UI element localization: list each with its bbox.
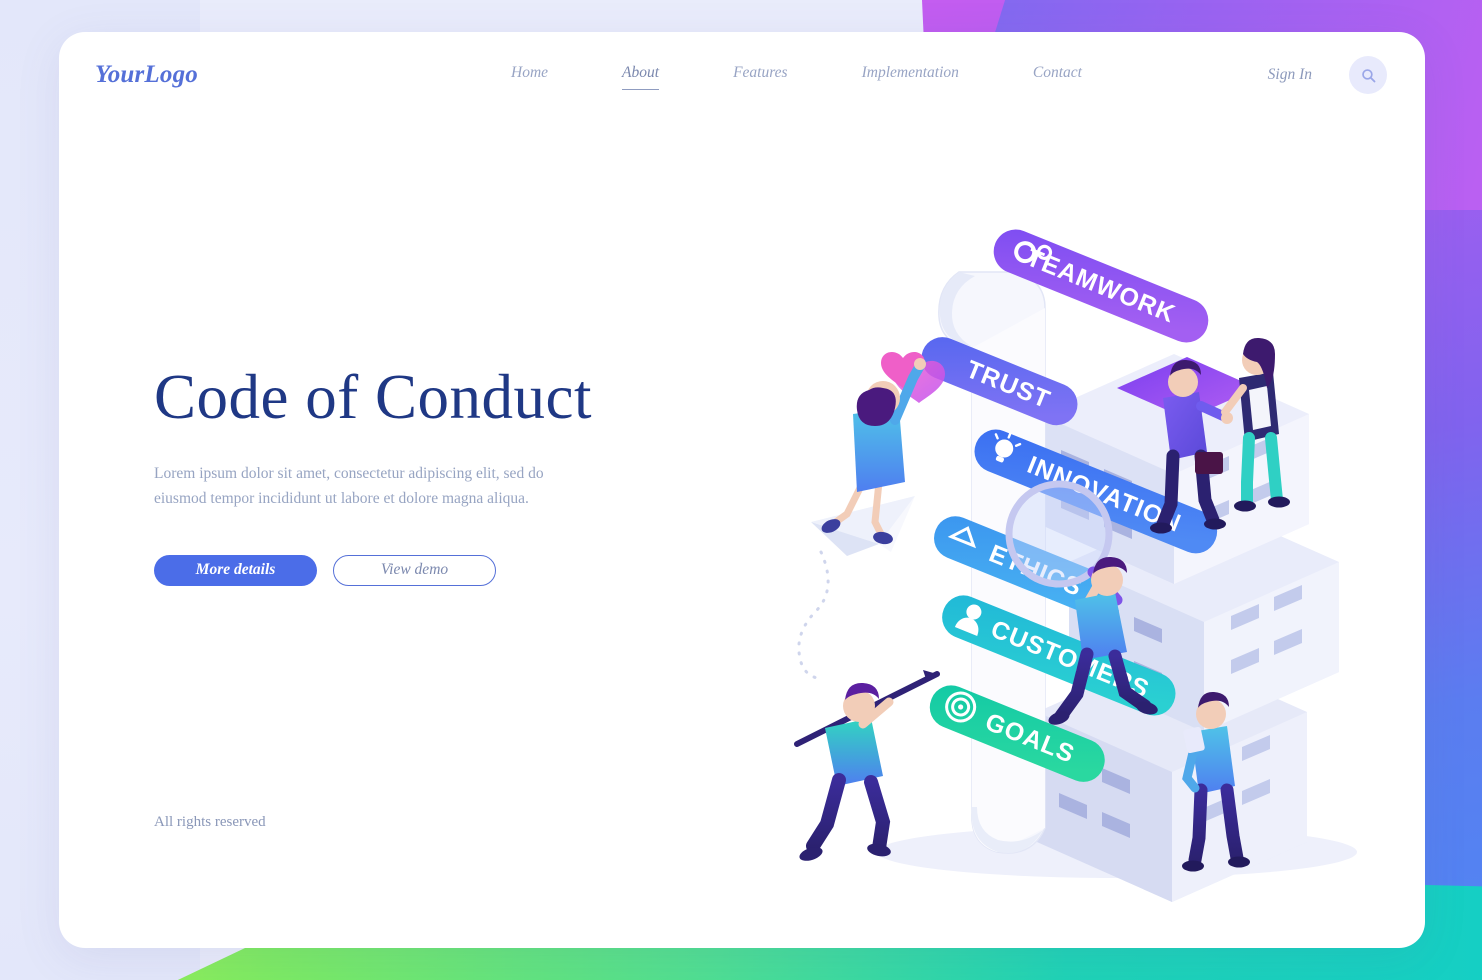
nav-item-home[interactable]: Home xyxy=(511,60,548,90)
brand-logo[interactable]: YourLogo xyxy=(95,61,198,89)
sign-in-link[interactable]: Sign In xyxy=(1268,66,1312,84)
briefcase-icon xyxy=(1195,452,1223,474)
hero-illustration: TEAMWORK TRUST INNOVATION ETHICS CUSTOME… xyxy=(787,152,1407,912)
nav-item-features[interactable]: Features xyxy=(733,60,788,90)
hero-section: Code of Conduct Lorem ipsum dolor sit am… xyxy=(154,362,674,586)
hero-actions: More details View demo xyxy=(154,554,674,586)
page-title: Code of Conduct xyxy=(154,362,592,432)
search-icon xyxy=(1361,68,1375,82)
more-details-button[interactable]: More details xyxy=(154,554,317,586)
landing-page-card: YourLogo Home About Features Implementat… xyxy=(59,32,1425,948)
character-woman-on-paper-plane xyxy=(797,358,926,680)
site-header: YourLogo Home About Features Implementat… xyxy=(59,32,1425,118)
main-navigation: Home About Features Implementation Conta… xyxy=(474,60,1119,90)
view-demo-button[interactable]: View demo xyxy=(333,554,496,586)
character-man-with-arrow xyxy=(794,670,940,861)
all-rights-reserved-note: All rights reserved xyxy=(154,814,266,830)
isometric-scene: TEAMWORK TRUST INNOVATION ETHICS CUSTOME… xyxy=(794,229,1357,902)
hero-description: Lorem ipsum dolor sit amet, consectetur … xyxy=(154,464,544,507)
nav-item-contact[interactable]: Contact xyxy=(1033,60,1082,90)
nav-item-implementation[interactable]: Implementation xyxy=(862,60,959,90)
nav-item-about[interactable]: About xyxy=(622,60,660,90)
search-button[interactable] xyxy=(1349,56,1387,94)
